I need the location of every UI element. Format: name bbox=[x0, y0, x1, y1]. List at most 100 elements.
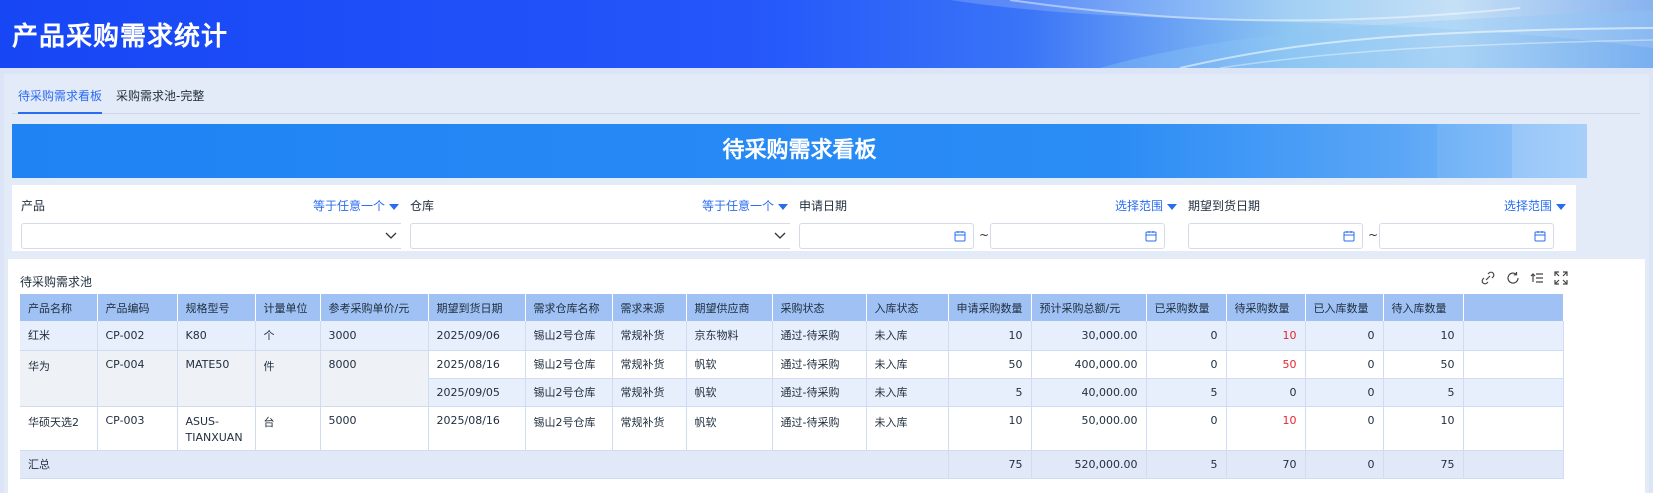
filter-warehouse: 仓库 等于任意一个 bbox=[401, 185, 798, 251]
date-range-separator: ~ bbox=[1368, 228, 1379, 242]
grid-title: 待采购需求池 bbox=[20, 275, 93, 289]
filter-label: 产品 bbox=[21, 199, 46, 213]
cell-total: 30,000.00 bbox=[1031, 321, 1147, 351]
cell-stocked: 0 bbox=[1305, 321, 1384, 351]
fullscreen-icon[interactable] bbox=[1554, 271, 1568, 285]
cell-apply-qty: 10 bbox=[948, 321, 1032, 351]
cell-stocked: 0 bbox=[1305, 378, 1384, 407]
cell-source: 常规补货 bbox=[612, 406, 687, 451]
cell-pending: 10 bbox=[1226, 406, 1306, 451]
apply-date-start-input[interactable] bbox=[799, 223, 974, 249]
cell-purchased: 0 bbox=[1146, 406, 1227, 451]
column-header[interactable]: 需求来源 bbox=[612, 294, 687, 321]
cell-filler bbox=[1463, 450, 1564, 479]
refresh-icon[interactable] bbox=[1506, 271, 1520, 285]
cell-expected-date: 2025/08/16 bbox=[428, 406, 526, 451]
collapse-icon[interactable] bbox=[1530, 271, 1544, 285]
product-select[interactable] bbox=[21, 223, 406, 249]
demand-pool-grid: 待采购需求池 产品名称 产品编码 规格型号 计量单位 参考采购单价/元 期望到货… bbox=[8, 259, 1645, 493]
column-header[interactable]: 参考采购单价/元 bbox=[320, 294, 429, 321]
column-header[interactable]: 入库状态 bbox=[866, 294, 949, 321]
cell-price: 5000 bbox=[320, 406, 429, 451]
calendar-icon bbox=[954, 231, 966, 242]
column-header[interactable]: 待采购数量 bbox=[1226, 294, 1306, 321]
cell-warehouse: 锡山2号仓库 bbox=[525, 321, 613, 351]
cell-pending-stock: 50 bbox=[1383, 350, 1464, 379]
apply-date-end-input[interactable] bbox=[990, 223, 1165, 249]
expected-date-end-input[interactable] bbox=[1379, 223, 1554, 249]
cell-supplier: 帆软 bbox=[686, 378, 773, 407]
filter-apply-date: 申请日期 选择范围 ~ bbox=[790, 185, 1187, 251]
column-header[interactable]: 申请采购数量 bbox=[948, 294, 1032, 321]
column-header[interactable]: 已入库数量 bbox=[1305, 294, 1384, 321]
cell-stock-status: 未入库 bbox=[866, 321, 949, 351]
caret-down-icon bbox=[389, 203, 399, 210]
cell-unit: 台 bbox=[255, 406, 321, 451]
cell-apply-qty: 10 bbox=[948, 406, 1032, 451]
filter-operator-dropdown[interactable]: 选择范围 bbox=[1504, 197, 1566, 214]
filter-operator-label: 选择范围 bbox=[1114, 199, 1163, 213]
column-header[interactable]: 期望到货日期 bbox=[428, 294, 526, 321]
column-header[interactable]: 待入库数量 bbox=[1383, 294, 1464, 321]
column-header[interactable]: 采购状态 bbox=[772, 294, 867, 321]
table-row[interactable]: 华硕天选2 CP-003 ASUS-TIANXUAN 台 5000 2025/0… bbox=[20, 406, 1564, 451]
filter-operator-label: 等于任意一个 bbox=[701, 199, 774, 213]
banner-decoration bbox=[1437, 124, 1512, 178]
calendar-icon bbox=[1534, 231, 1546, 242]
column-header[interactable]: 已采购数量 bbox=[1146, 294, 1227, 321]
summary-purchased: 5 bbox=[1146, 450, 1227, 479]
page-title: 产品采购需求统计 bbox=[12, 22, 229, 52]
filter-operator-label: 选择范围 bbox=[1503, 199, 1552, 213]
cell-purchased: 0 bbox=[1146, 350, 1227, 379]
app-header: 产品采购需求统计 bbox=[0, 0, 1653, 68]
column-header[interactable]: 计量单位 bbox=[255, 294, 321, 321]
filter-operator-dropdown[interactable]: 选择范围 bbox=[1115, 197, 1177, 214]
table-row[interactable]: 华为 CP-004 MATE50 件 8000 2025/08/16 锡山2号仓… bbox=[20, 350, 1564, 407]
calendar-icon bbox=[1343, 231, 1355, 242]
cell-price: 3000 bbox=[320, 321, 429, 351]
cell-apply-qty: 50 bbox=[948, 350, 1032, 379]
table-header-row: 产品名称 产品编码 规格型号 计量单位 参考采购单价/元 期望到货日期 需求仓库… bbox=[20, 294, 1564, 321]
banner-title: 待采购需求看板 bbox=[722, 138, 877, 163]
column-header[interactable]: 产品名称 bbox=[20, 294, 98, 321]
column-header[interactable]: 产品编码 bbox=[97, 294, 178, 321]
tab-pending-dashboard[interactable]: 待采购需求看板 bbox=[18, 86, 103, 114]
cell-stock-status: 未入库 bbox=[866, 406, 949, 451]
cell-purchase-status: 通过-待采购 bbox=[772, 406, 867, 451]
cell-pending-stock: 10 bbox=[1383, 406, 1464, 451]
cell-expected-date: 2025/08/16 bbox=[428, 350, 526, 379]
summary-pending-stock: 75 bbox=[1383, 450, 1464, 479]
filter-operator-dropdown[interactable]: 等于任意一个 bbox=[702, 197, 788, 214]
cell-pending: 0 bbox=[1226, 378, 1306, 407]
column-header[interactable]: 需求仓库名称 bbox=[525, 294, 613, 321]
cell-product-name: 红米 bbox=[20, 321, 98, 351]
column-header[interactable]: 期望供应商 bbox=[686, 294, 773, 321]
expected-date-start-input[interactable] bbox=[1188, 223, 1363, 249]
warehouse-select[interactable] bbox=[410, 223, 795, 249]
summary-apply-qty: 75 bbox=[948, 450, 1032, 479]
date-range-separator: ~ bbox=[979, 228, 990, 242]
summary-pending: 70 bbox=[1226, 450, 1306, 479]
cell-source: 常规补货 bbox=[612, 378, 687, 407]
cell-source: 常规补货 bbox=[612, 350, 687, 379]
column-header[interactable]: 规格型号 bbox=[177, 294, 256, 321]
cell-stock-status: 未入库 bbox=[866, 378, 949, 407]
table-row[interactable]: 红米 CP-002 K80 个 3000 2025/09/06 锡山2号仓库 常… bbox=[20, 321, 1564, 351]
cell-filler bbox=[1463, 321, 1564, 351]
cell-source: 常规补货 bbox=[612, 321, 687, 351]
cell-expected-date: 2025/09/05 bbox=[428, 378, 526, 407]
dashboard-banner: 待采购需求看板 bbox=[12, 124, 1587, 178]
filter-operator-dropdown[interactable]: 等于任意一个 bbox=[313, 197, 399, 214]
cell-total: 400,000.00 bbox=[1031, 350, 1147, 379]
header-wave-decoration bbox=[950, 0, 1653, 68]
column-header[interactable]: 预计采购总额/元 bbox=[1031, 294, 1147, 321]
cell-stocked: 0 bbox=[1305, 406, 1384, 451]
unlink-icon[interactable] bbox=[1481, 271, 1495, 285]
filter-expected-date: 期望到货日期 选择范围 ~ bbox=[1179, 185, 1576, 251]
tab-demand-pool-full[interactable]: 采购需求池-完整 bbox=[116, 86, 204, 114]
summary-stocked: 0 bbox=[1305, 450, 1384, 479]
cell-supplier: 京东物料 bbox=[686, 321, 773, 351]
caret-down-icon bbox=[1556, 203, 1566, 210]
cell-stock-status: 未入库 bbox=[866, 350, 949, 379]
filter-operator-label: 等于任意一个 bbox=[312, 199, 385, 213]
